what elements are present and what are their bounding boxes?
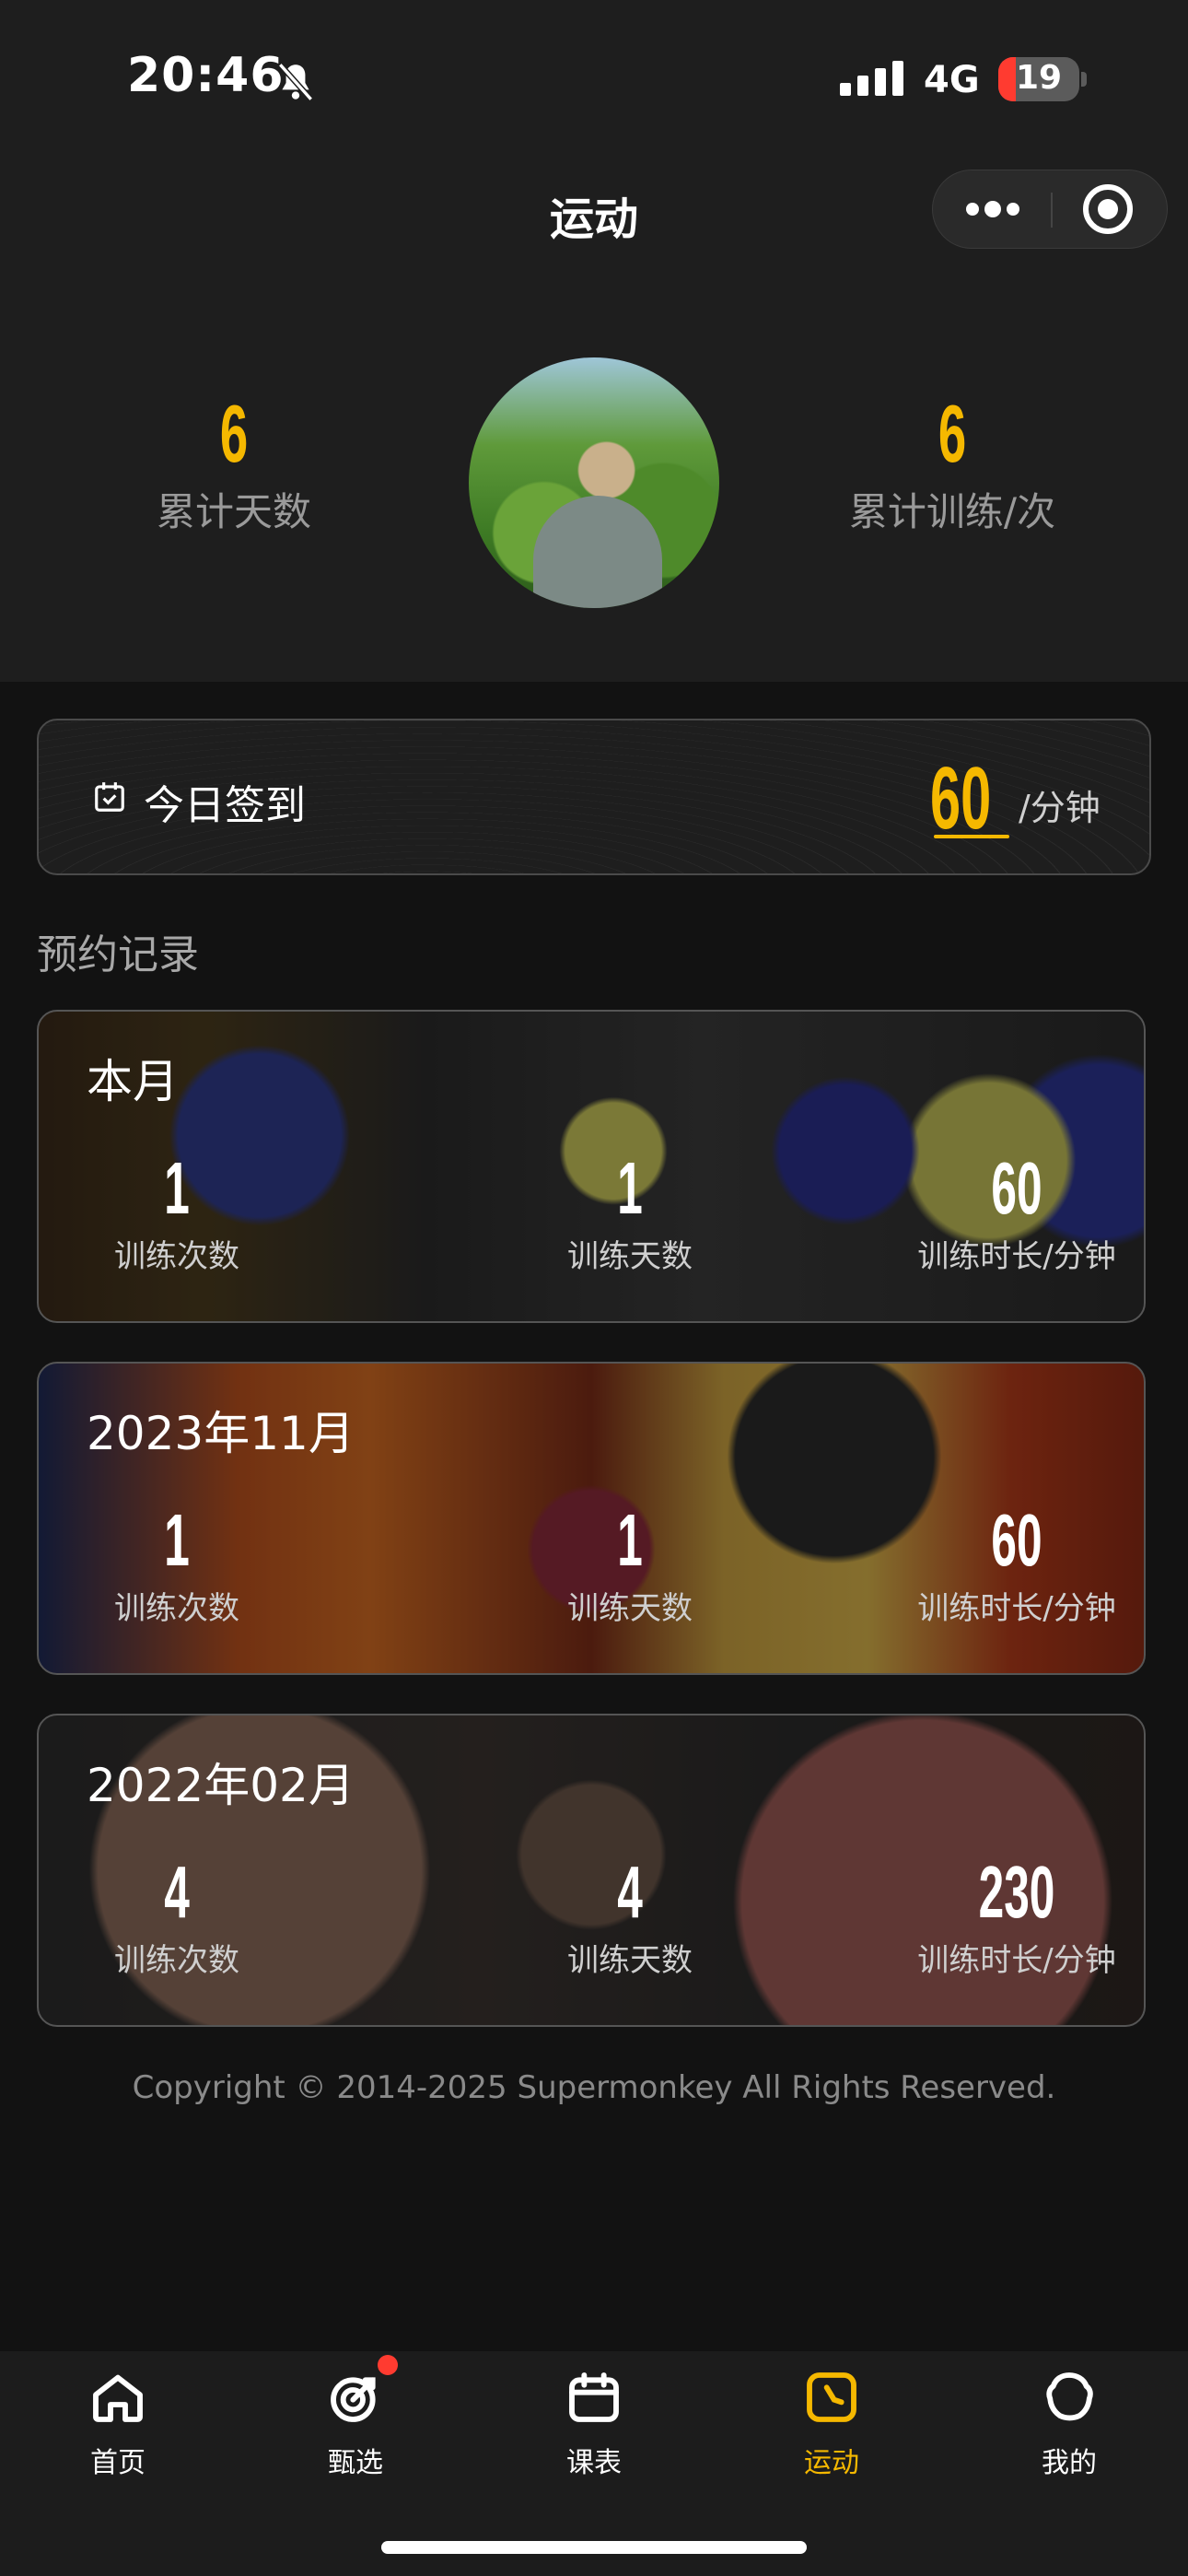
days-value: 1 [617, 1499, 643, 1581]
battery-icon: 19 [998, 57, 1079, 101]
minutes-value: 230 [978, 1851, 1055, 1933]
tab-mine[interactable]: 我的 [1005, 2368, 1134, 2480]
minutes-label: 训练时长/分钟 [917, 1942, 1116, 1979]
days-label: 训练天数 [567, 1590, 693, 1627]
tab-home[interactable]: 首页 [53, 2368, 182, 2480]
record-card[interactable]: 2023年11月 1 训练次数 1 训练天数 60 训练时长/分钟 [37, 1362, 1146, 1675]
more-options-icon[interactable] [963, 195, 1022, 223]
sessions-label: 训练次数 [114, 1590, 239, 1627]
sessions-value: 1 [164, 1499, 190, 1581]
clock-icon [807, 2372, 856, 2422]
tab-schedule[interactable]: 课表 [530, 2368, 658, 2480]
tab-selection[interactable]: 甄选 [291, 2368, 420, 2480]
battery-tip [1081, 72, 1087, 87]
section-title: 预约记录 [37, 931, 199, 978]
days-value: 1 [617, 1147, 643, 1229]
sessions-label: 训练次数 [114, 1238, 239, 1275]
total-sessions-label: 累计训练/次 [848, 489, 1056, 534]
sessions-value: 1 [164, 1147, 190, 1229]
copyright-text: Copyright © 2014-2025 Supermonkey All Ri… [132, 2069, 1056, 2106]
checkin-unit: /分钟 [1019, 788, 1101, 828]
minutes-value: 60 [991, 1147, 1042, 1229]
profile-icon [1046, 2372, 1093, 2421]
days-value: 4 [617, 1851, 643, 1933]
tab-label: 首页 [90, 2447, 146, 2479]
tab-sport[interactable]: 运动 [767, 2368, 896, 2480]
total-sessions-value: 6 [938, 388, 967, 479]
close-mini-program-icon[interactable] [1083, 184, 1133, 234]
tab-label: 甄选 [328, 2447, 383, 2479]
total-days-label: 累计天数 [156, 489, 311, 534]
checkin-underline [934, 835, 1009, 838]
tab-label: 运动 [804, 2447, 859, 2479]
record-card[interactable]: 本月 1 训练次数 1 训练天数 60 训练时长/分钟 [37, 1010, 1146, 1323]
record-title: 2023年11月 [87, 1407, 355, 1460]
calendar-icon [569, 2372, 619, 2422]
bell-muted-icon [277, 63, 314, 101]
home-indicator[interactable] [381, 2541, 807, 2554]
tab-label: 课表 [566, 2447, 622, 2479]
home-icon [93, 2374, 143, 2422]
record-title: 2022年02月 [87, 1759, 355, 1812]
total-days-value: 6 [219, 388, 249, 479]
sessions-value: 4 [164, 1851, 190, 1933]
total-days-stat: 6 累计天数 [96, 387, 372, 537]
record-card[interactable]: 2022年02月 4 训练次数 4 训练天数 230 训练时长/分钟 [37, 1714, 1146, 2027]
sessions-label: 训练次数 [114, 1942, 239, 1979]
checkin-label: 今日签到 [144, 782, 306, 829]
minutes-value: 60 [991, 1499, 1042, 1581]
days-label: 训练天数 [567, 1238, 693, 1275]
days-label: 训练天数 [567, 1942, 693, 1979]
minutes-label: 训练时长/分钟 [917, 1238, 1116, 1275]
status-time: 20:46 [127, 48, 285, 103]
battery-level: 19 [1015, 59, 1063, 97]
avatar[interactable] [469, 357, 719, 608]
tab-label: 我的 [1042, 2447, 1097, 2479]
target-dart-icon [331, 2377, 376, 2422]
calendar-check-icon [95, 782, 124, 812]
notification-badge [378, 2355, 398, 2375]
total-sessions-stat: 6 累计训练/次 [814, 387, 1090, 537]
record-title: 本月 [87, 1055, 179, 1108]
signal-icon [840, 61, 903, 96]
network-type: 4G [924, 59, 980, 101]
minutes-label: 训练时长/分钟 [917, 1590, 1116, 1627]
